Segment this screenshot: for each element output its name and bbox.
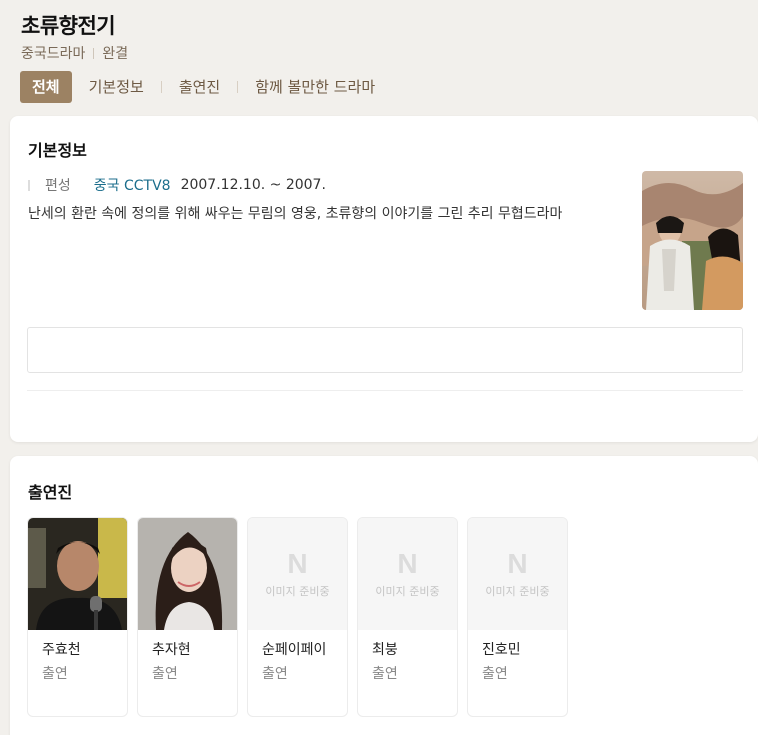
cast-list: 주효천 출연 추자현 출연 N 이미지 준비중 순페이페이 출연 N 이미지 준… (27, 517, 577, 717)
channel-link[interactable]: 중국 CCTV8 (94, 175, 171, 195)
status-label: 완결 (102, 46, 129, 62)
cast-info: 최붕 출연 (372, 640, 448, 685)
cast-photo-placeholder: N 이미지 준비중 (358, 518, 457, 630)
cast-name[interactable]: 진호민 (482, 640, 558, 661)
placeholder-text: 이미지 준비중 (265, 585, 330, 598)
basic-info-card: 기본정보 편성 중국 CCTV8 2007.12.10. ~ 2007. 난세의… (10, 116, 758, 442)
tab-related-dramas[interactable]: 함께 볼만한 드라마 (255, 71, 375, 103)
cast-role: 출연 (482, 666, 508, 682)
tab-all[interactable]: 전체 (20, 71, 72, 103)
cast-member-card[interactable]: 추자현 출연 (137, 517, 238, 717)
drama-description: 난세의 환란 속에 정의를 위해 싸우는 무림의 영웅, 초류향의 이야기를 그… (28, 206, 563, 222)
tab-basic-info[interactable]: 기본정보 (89, 71, 144, 103)
cast-member-card[interactable]: 주효천 출연 (27, 517, 128, 717)
genre-link[interactable]: 중국드라마 (21, 43, 85, 63)
cast-photo (138, 518, 237, 630)
cast-role: 출연 (42, 666, 68, 682)
cast-photo (28, 518, 127, 630)
tab-bar: 전체 기본정보 출연진 함께 볼만한 드라마 (20, 71, 375, 103)
cast-photo-image (28, 518, 127, 630)
cast-photo-placeholder: N 이미지 준비중 (248, 518, 347, 630)
broadcast-label: 편성 (45, 178, 71, 194)
drama-subinfo: 중국드라마 완결 (21, 43, 128, 63)
tab-cast[interactable]: 출연진 (179, 71, 220, 103)
poster-image (642, 171, 743, 310)
cast-card-section: 출연진 주효천 출연 추자현 출연 N 이미지 준비중 순페이페이 출연 N 이… (10, 456, 758, 735)
cast-info: 순페이페이 출연 (262, 640, 338, 685)
tab-divider (237, 81, 239, 93)
cast-role: 출연 (372, 666, 398, 682)
cast-name[interactable]: 주효천 (42, 640, 118, 661)
broadcast-info: 편성 중국 CCTV8 2007.12.10. ~ 2007. (28, 175, 326, 195)
cast-member-card[interactable]: N 이미지 준비중 순페이페이 출연 (247, 517, 348, 717)
cast-info: 추자현 출연 (152, 640, 228, 685)
cast-photo-placeholder: N 이미지 준비중 (468, 518, 567, 630)
cast-member-card[interactable]: N 이미지 준비중 최붕 출연 (357, 517, 458, 717)
page-title: 초류향전기 (21, 14, 116, 38)
cast-name[interactable]: 추자현 (152, 640, 228, 661)
divider (27, 390, 743, 391)
tab-divider (160, 81, 162, 93)
cast-role: 출연 (152, 666, 178, 682)
cast-name[interactable]: 최붕 (372, 640, 448, 661)
broadcast-period: 2007.12.10. ~ 2007. (180, 177, 326, 193)
naver-n-icon: N (507, 548, 528, 579)
divider (28, 179, 30, 191)
placeholder-text: 이미지 준비중 (485, 585, 550, 598)
placeholder-text: 이미지 준비중 (375, 585, 440, 598)
drama-poster[interactable] (642, 171, 743, 310)
cast-info: 진호민 출연 (482, 640, 558, 685)
cast-member-card[interactable]: N 이미지 준비중 진호민 출연 (467, 517, 568, 717)
cast-name[interactable]: 순페이페이 (262, 640, 338, 661)
cast-role: 출연 (262, 666, 288, 682)
cast-heading: 출연진 (28, 483, 73, 502)
naver-n-icon: N (287, 548, 308, 579)
cast-photo-image (138, 518, 237, 630)
divider (93, 47, 95, 59)
empty-content-box (27, 327, 743, 373)
basic-info-heading: 기본정보 (28, 141, 87, 160)
cast-info: 주효천 출연 (42, 640, 118, 685)
naver-n-icon: N (397, 548, 418, 579)
